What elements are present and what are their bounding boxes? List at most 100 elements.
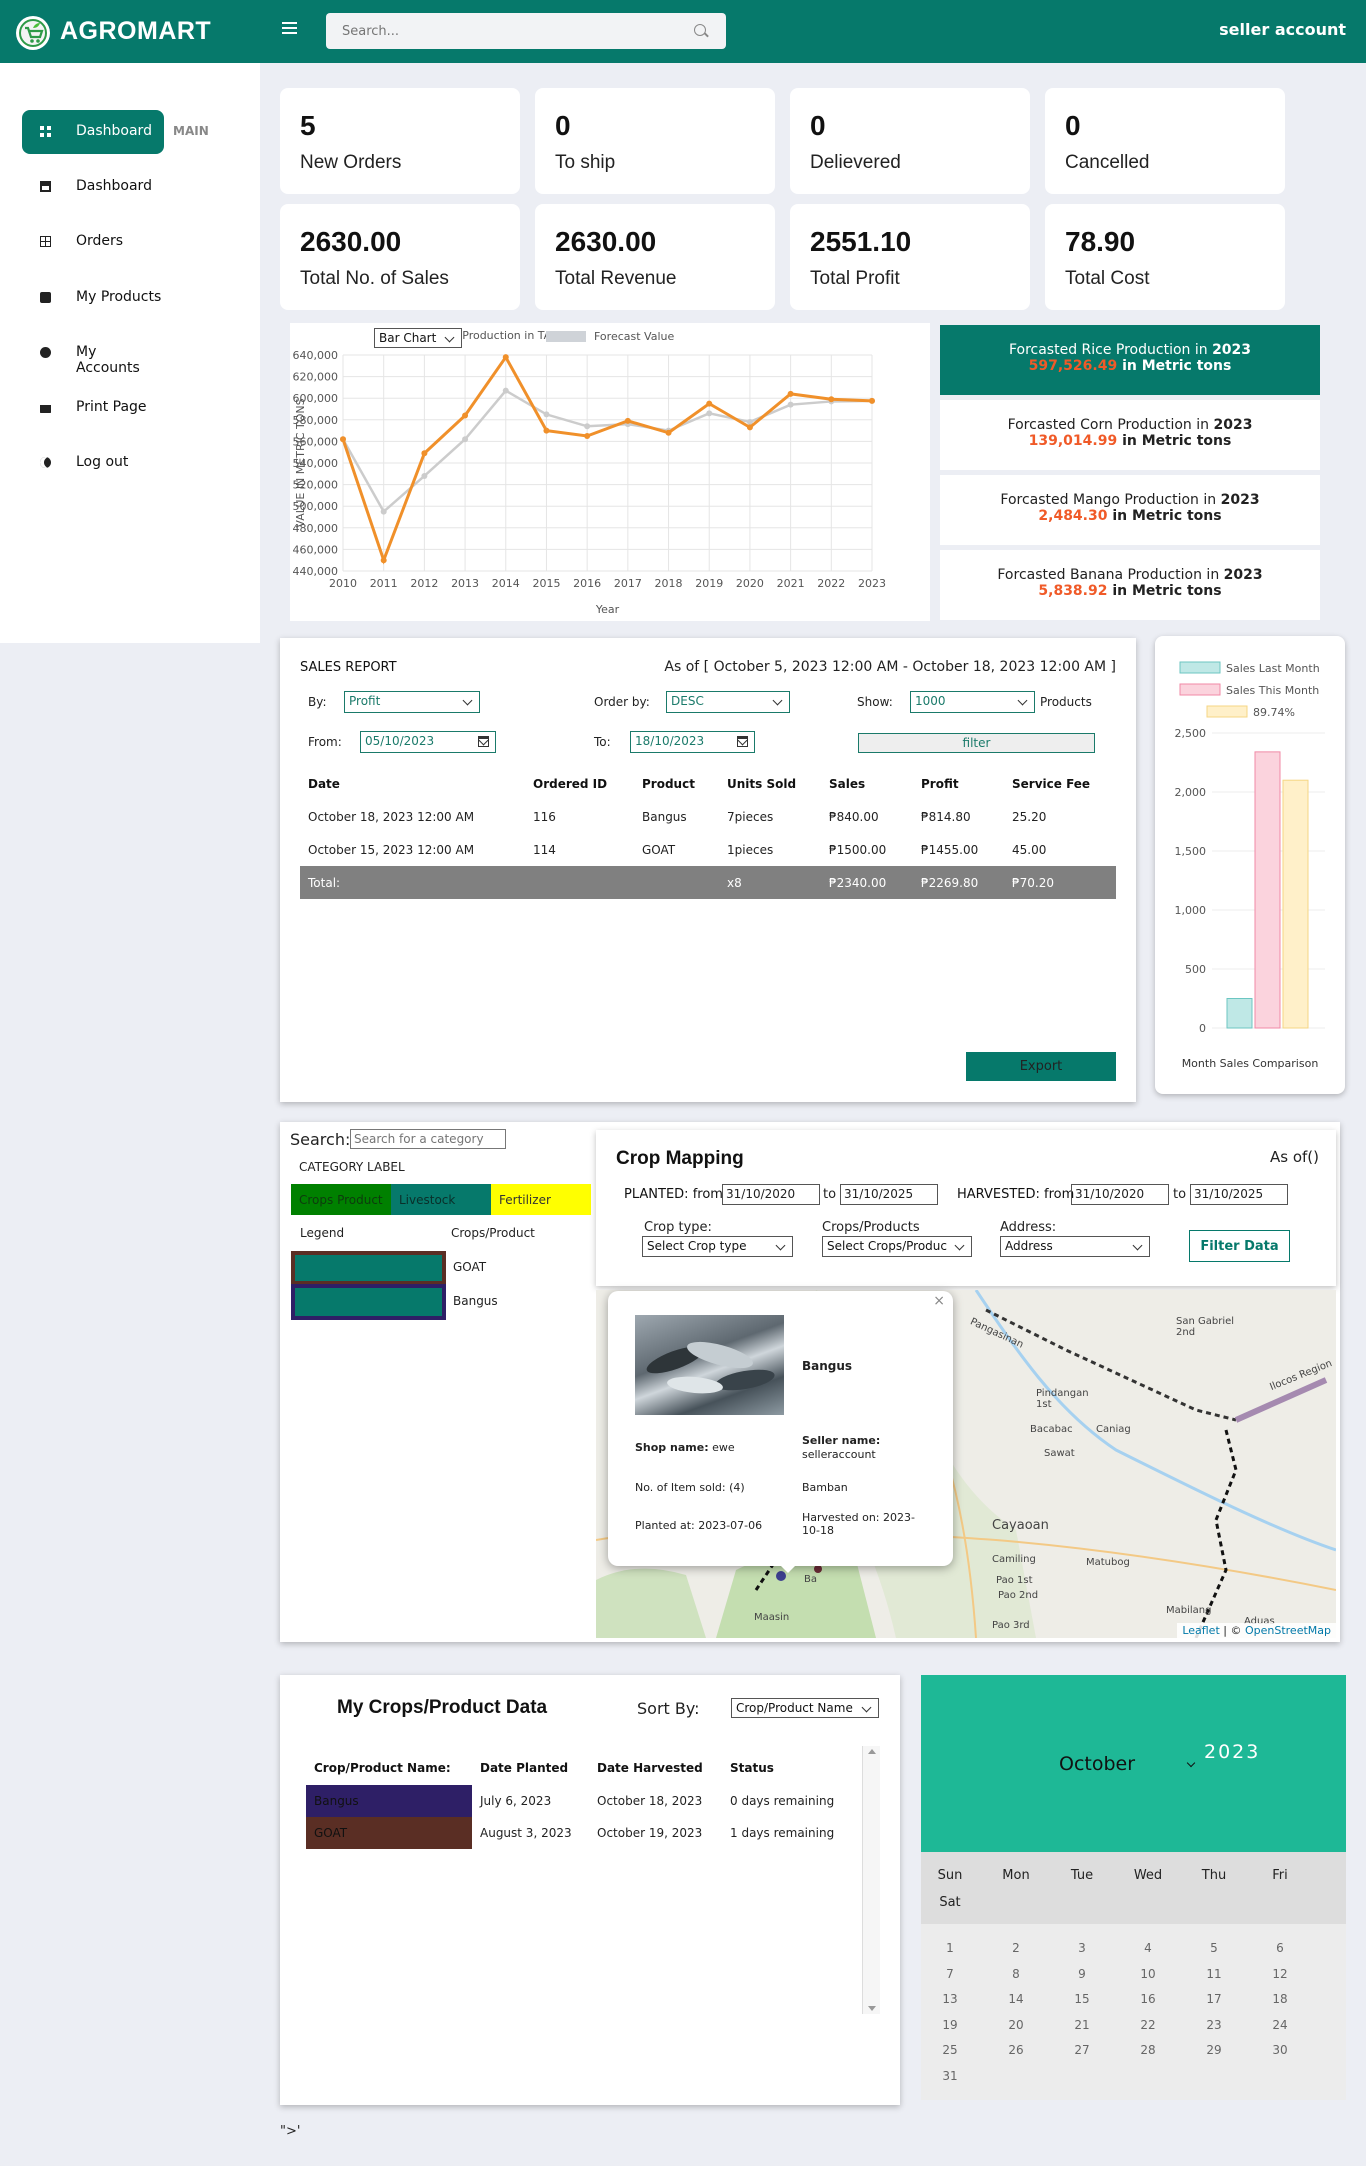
harvested-from-input[interactable]: 31/10/2020: [1071, 1184, 1169, 1205]
stat-card-cancelled[interactable]: 0 Cancelled: [1045, 88, 1285, 194]
calendar-day[interactable]: 14: [996, 1992, 1036, 2006]
forecast-value: 5,838.92: [1038, 583, 1108, 599]
calendar-weekdays: [921, 1852, 1346, 1924]
calendar-day[interactable]: 24: [1260, 2018, 1300, 2032]
table-cell: ₱1455.00: [921, 843, 979, 857]
scroll-up-icon[interactable]: [868, 1749, 876, 1754]
calendar-day[interactable]: 17: [1194, 1992, 1234, 2006]
sidebar-item-label: My Products: [76, 289, 162, 305]
stat-card-new-orders[interactable]: 5 New Orders: [280, 88, 520, 194]
y-tick-label: 460,000: [293, 543, 339, 556]
stat-card-to-ship[interactable]: 0 To ship: [535, 88, 775, 194]
brand-name[interactable]: AGROMART: [60, 17, 211, 46]
sidebar-item-print-page[interactable]: Print Page: [22, 386, 164, 430]
calendar-day[interactable]: 20: [996, 2018, 1036, 2032]
calendar-day[interactable]: 21: [1062, 2018, 1102, 2032]
calendar-weekday: Tue: [1070, 1868, 1094, 1883]
sidebar-item-orders[interactable]: Orders: [22, 220, 164, 264]
crops-table-scrollbar[interactable]: [862, 1746, 880, 2014]
y-tick-label: 1,500: [1175, 845, 1207, 858]
sidebar-item-label: Print Page: [76, 399, 147, 415]
calendar-day[interactable]: 31: [930, 2069, 970, 2083]
sidebar-item-log-out[interactable]: Log out: [22, 441, 164, 485]
export-button[interactable]: Export: [966, 1052, 1116, 1081]
crop-name-cell: Bangus: [314, 1794, 359, 1808]
calendar-day[interactable]: 7: [930, 1967, 970, 1981]
search-icon[interactable]: [694, 24, 706, 36]
calendar-day[interactable]: 2: [996, 1941, 1036, 1955]
crop-type-select[interactable]: Select Crop type: [642, 1236, 793, 1257]
calendar-day[interactable]: 15: [1062, 1992, 1102, 2006]
data-point: [543, 411, 550, 418]
tab-crops-product[interactable]: Crops Product: [291, 1184, 391, 1215]
calendar-day[interactable]: 26: [996, 2043, 1036, 2057]
calendar-icon[interactable]: [737, 736, 748, 747]
sidebar-item-my-accounts[interactable]: My Accounts: [22, 331, 164, 376]
calendar-day[interactable]: 6: [1260, 1941, 1300, 1955]
tab-fertilizer[interactable]: Fertilizer: [491, 1184, 591, 1215]
planted-to-input[interactable]: 31/10/2025: [840, 1184, 938, 1205]
stat-card-total-cost: 78.90 Total Cost: [1045, 204, 1285, 310]
calendar-day[interactable]: 9: [1062, 1967, 1102, 1981]
stat-value: 0: [810, 110, 826, 141]
calendar-month-select[interactable]: October: [1059, 1753, 1135, 1775]
by-select[interactable]: Profit: [344, 691, 480, 713]
calendar-day[interactable]: 28: [1128, 2043, 1168, 2057]
address-select[interactable]: Address: [1000, 1236, 1150, 1257]
calendar-day[interactable]: 3: [1062, 1941, 1102, 1955]
harvested-to-input[interactable]: 31/10/2025: [1190, 1184, 1288, 1205]
calendar-day[interactable]: 4: [1128, 1941, 1168, 1955]
x-tick-label: 2016: [573, 577, 601, 590]
calendar-day[interactable]: 5: [1194, 1941, 1234, 1955]
chart-type-select[interactable]: Bar Chart: [374, 328, 462, 348]
calendar-icon[interactable]: [478, 736, 489, 747]
planted-label-text: PLANTED:: [624, 1187, 689, 1202]
search-input[interactable]: [326, 13, 726, 49]
calendar-day[interactable]: 30: [1260, 2043, 1300, 2057]
calendar-day[interactable]: 25: [930, 2043, 970, 2057]
forecast-year: 2023: [1223, 567, 1263, 583]
filter-button[interactable]: filter: [858, 733, 1095, 753]
category-search-input[interactable]: [350, 1129, 506, 1149]
to-date-input[interactable]: 18/10/2023: [630, 731, 755, 753]
order-by-select[interactable]: DESC: [666, 691, 790, 713]
calendar-day[interactable]: 27: [1062, 2043, 1102, 2057]
menu-toggle-icon[interactable]: [282, 22, 297, 34]
calendar-year[interactable]: 2023: [1204, 1741, 1260, 1763]
from-date-input[interactable]: 05/10/2023: [360, 731, 496, 753]
calendar-day[interactable]: 19: [930, 2018, 970, 2032]
calendar-day[interactable]: 23: [1194, 2018, 1234, 2032]
planted-from-input[interactable]: 31/10/2020: [722, 1184, 820, 1205]
calendar-day[interactable]: 13: [930, 1992, 970, 2006]
show-select[interactable]: 1000: [910, 691, 1035, 713]
address-label: Address:: [1000, 1220, 1057, 1235]
account-menu[interactable]: seller account: [1219, 20, 1346, 39]
sidebar-item-my-products[interactable]: My Products: [22, 276, 164, 320]
calendar-day[interactable]: 22: [1128, 2018, 1168, 2032]
leaflet-link[interactable]: Leaflet: [1182, 1624, 1219, 1637]
sidebar-item-dashboard[interactable]: Dashboard: [22, 165, 164, 209]
map-marker-pin[interactable]: [814, 1565, 822, 1573]
scroll-down-icon[interactable]: [868, 2006, 876, 2011]
calendar-day[interactable]: 29: [1194, 2043, 1234, 2057]
tab-livestock[interactable]: Livestock: [391, 1184, 491, 1215]
popup-close-button[interactable]: ×: [933, 1293, 945, 1309]
calendar-day[interactable]: 12: [1260, 1967, 1300, 1981]
calendar-day[interactable]: 8: [996, 1967, 1036, 1981]
stat-card-delivered[interactable]: 0 Delievered: [790, 88, 1030, 194]
crops-products-select[interactable]: Select Crops/Produc: [822, 1236, 972, 1257]
sort-by-select[interactable]: Crop/Product Name: [731, 1698, 879, 1718]
calendar-day[interactable]: 16: [1128, 1992, 1168, 2006]
y-tick-label: 1,000: [1175, 904, 1207, 917]
calendar-day[interactable]: 11: [1194, 1967, 1234, 1981]
filter-data-button[interactable]: Filter Data: [1189, 1230, 1290, 1262]
y-tick-label: 620,000: [293, 371, 339, 384]
map-place-label: Bacabac: [1030, 1424, 1073, 1435]
osm-link[interactable]: OpenStreetMap: [1245, 1624, 1331, 1637]
calendar-day[interactable]: 10: [1128, 1967, 1168, 1981]
calendar-day[interactable]: 1: [930, 1941, 970, 1955]
crop-status-cell: 0 days remaining: [730, 1794, 835, 1808]
sidebar-item-label: Dashboard: [76, 178, 152, 194]
calendar-day[interactable]: 18: [1260, 1992, 1300, 2006]
sidebar-item-dashboard-active[interactable]: Dashboard: [22, 110, 164, 154]
